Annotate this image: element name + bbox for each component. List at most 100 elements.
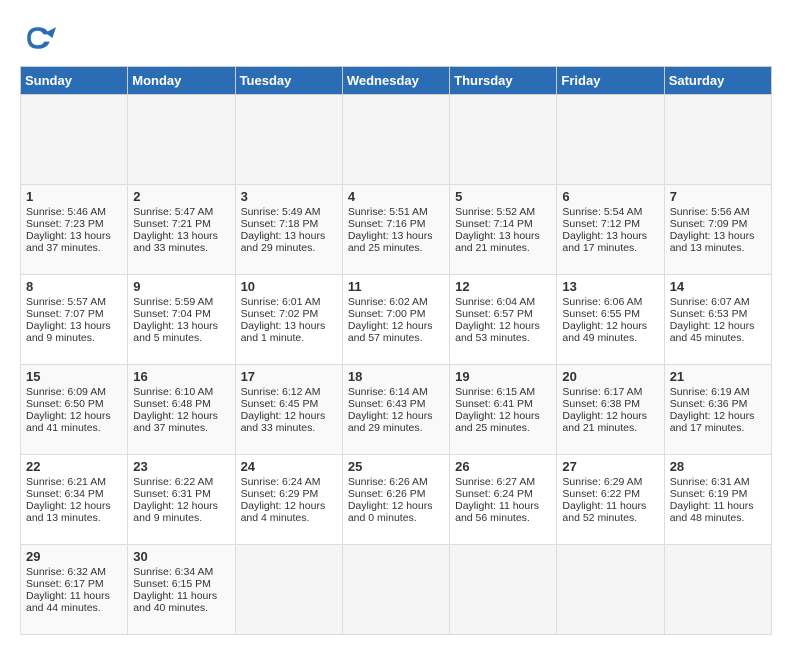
calendar-cell: 3Sunrise: 5:49 AMSunset: 7:18 PMDaylight… — [235, 185, 342, 275]
day-info-line: and 4 minutes. — [241, 512, 337, 524]
day-info-line: Sunset: 6:57 PM — [455, 308, 551, 320]
day-number: 26 — [455, 459, 551, 474]
day-number: 28 — [670, 459, 766, 474]
calendar-cell: 6Sunrise: 5:54 AMSunset: 7:12 PMDaylight… — [557, 185, 664, 275]
calendar-cell: 29Sunrise: 6:32 AMSunset: 6:17 PMDayligh… — [21, 545, 128, 635]
day-info-line: Daylight: 12 hours — [133, 410, 229, 422]
calendar-cell — [664, 545, 771, 635]
day-info-line: Sunrise: 6:01 AM — [241, 296, 337, 308]
day-info-line: Daylight: 12 hours — [455, 320, 551, 332]
day-info-line: Sunrise: 5:52 AM — [455, 206, 551, 218]
logo-icon — [20, 20, 56, 56]
day-info-line: Sunrise: 5:47 AM — [133, 206, 229, 218]
day-number: 19 — [455, 369, 551, 384]
week-row-4: 15Sunrise: 6:09 AMSunset: 6:50 PMDayligh… — [21, 365, 772, 455]
day-info-line: Sunrise: 5:57 AM — [26, 296, 122, 308]
week-row-5: 22Sunrise: 6:21 AMSunset: 6:34 PMDayligh… — [21, 455, 772, 545]
col-header-monday: Monday — [128, 67, 235, 95]
day-info-line: and 13 minutes. — [26, 512, 122, 524]
day-info-line: Daylight: 12 hours — [348, 320, 444, 332]
calendar-cell — [557, 95, 664, 185]
page-header — [20, 20, 772, 56]
day-info-line: Sunrise: 6:27 AM — [455, 476, 551, 488]
day-info-line: Daylight: 12 hours — [26, 410, 122, 422]
day-info-line: and 13 minutes. — [670, 242, 766, 254]
col-header-thursday: Thursday — [450, 67, 557, 95]
day-info-line: Daylight: 11 hours — [133, 590, 229, 602]
day-info-line: Sunrise: 5:56 AM — [670, 206, 766, 218]
day-info-line: and 17 minutes. — [562, 242, 658, 254]
day-info-line: Sunrise: 6:19 AM — [670, 386, 766, 398]
calendar-cell — [664, 95, 771, 185]
day-info-line: Daylight: 12 hours — [241, 410, 337, 422]
day-info-line: Sunset: 7:00 PM — [348, 308, 444, 320]
day-info-line: Sunrise: 6:09 AM — [26, 386, 122, 398]
calendar-cell — [235, 545, 342, 635]
day-number: 4 — [348, 189, 444, 204]
day-info-line: and 29 minutes. — [348, 422, 444, 434]
day-info-line: Daylight: 12 hours — [670, 320, 766, 332]
day-info-line: Daylight: 13 hours — [241, 230, 337, 242]
calendar-cell: 11Sunrise: 6:02 AMSunset: 7:00 PMDayligh… — [342, 275, 449, 365]
day-info-line: Sunrise: 6:14 AM — [348, 386, 444, 398]
day-info-line: Sunrise: 5:59 AM — [133, 296, 229, 308]
day-info-line: Daylight: 12 hours — [348, 500, 444, 512]
calendar-cell: 2Sunrise: 5:47 AMSunset: 7:21 PMDaylight… — [128, 185, 235, 275]
day-info-line: and 25 minutes. — [348, 242, 444, 254]
day-info-line: and 53 minutes. — [455, 332, 551, 344]
day-info-line: Sunset: 7:07 PM — [26, 308, 122, 320]
calendar-cell: 10 Sunrise: 6:01 AMSunset: 7:02 PMDayligh… — [235, 275, 342, 365]
day-number: 20 — [562, 369, 658, 384]
day-info-line: Sunrise: 6:04 AM — [455, 296, 551, 308]
calendar-cell — [235, 95, 342, 185]
day-info-line: and 49 minutes. — [562, 332, 658, 344]
day-info-line: Sunset: 7:02 PM — [241, 308, 337, 320]
day-info-line: Daylight: 13 hours — [241, 320, 337, 332]
day-info-line: and 41 minutes. — [26, 422, 122, 434]
calendar-cell — [342, 545, 449, 635]
day-info-line: and 0 minutes. — [348, 512, 444, 524]
day-info-line: Daylight: 13 hours — [26, 320, 122, 332]
day-info-line: Daylight: 12 hours — [241, 500, 337, 512]
day-number: 10 — [241, 279, 337, 294]
col-header-friday: Friday — [557, 67, 664, 95]
week-row-1 — [21, 95, 772, 185]
calendar-cell: 18Sunrise: 6:14 AMSunset: 6:43 PMDayligh… — [342, 365, 449, 455]
calendar-cell: 26Sunrise: 6:27 AMSunset: 6:24 PMDayligh… — [450, 455, 557, 545]
day-info-line: Sunset: 6:29 PM — [241, 488, 337, 500]
day-info-line: Sunset: 7:18 PM — [241, 218, 337, 230]
calendar-cell: 16Sunrise: 6:10 AMSunset: 6:48 PMDayligh… — [128, 365, 235, 455]
day-number: 17 — [241, 369, 337, 384]
day-info-line: and 37 minutes. — [26, 242, 122, 254]
day-info-line: Sunset: 6:34 PM — [26, 488, 122, 500]
day-info-line: Sunset: 6:38 PM — [562, 398, 658, 410]
col-header-saturday: Saturday — [664, 67, 771, 95]
day-info-line: Sunrise: 6:24 AM — [241, 476, 337, 488]
day-number: 9 — [133, 279, 229, 294]
day-info-line: Sunrise: 6:07 AM — [670, 296, 766, 308]
calendar-cell: 28Sunrise: 6:31 AMSunset: 6:19 PMDayligh… — [664, 455, 771, 545]
day-info-line: Sunrise: 6:34 AM — [133, 566, 229, 578]
day-info-line: Sunset: 6:45 PM — [241, 398, 337, 410]
day-number: 16 — [133, 369, 229, 384]
calendar-cell: 23Sunrise: 6:22 AMSunset: 6:31 PMDayligh… — [128, 455, 235, 545]
day-info-line: and 48 minutes. — [670, 512, 766, 524]
day-info-line: Sunset: 7:09 PM — [670, 218, 766, 230]
calendar-header-row: SundayMondayTuesdayWednesdayThursdayFrid… — [21, 67, 772, 95]
day-info-line: Sunset: 6:15 PM — [133, 578, 229, 590]
day-info-line: Sunset: 7:23 PM — [26, 218, 122, 230]
day-info-line: Daylight: 12 hours — [26, 500, 122, 512]
day-info-line: and 25 minutes. — [455, 422, 551, 434]
calendar-table: SundayMondayTuesdayWednesdayThursdayFrid… — [20, 66, 772, 635]
day-info-line: and 21 minutes. — [455, 242, 551, 254]
calendar-cell: 7Sunrise: 5:56 AMSunset: 7:09 PMDaylight… — [664, 185, 771, 275]
day-number: 23 — [133, 459, 229, 474]
day-info-line: and 44 minutes. — [26, 602, 122, 614]
calendar-cell: 5Sunrise: 5:52 AMSunset: 7:14 PMDaylight… — [450, 185, 557, 275]
col-header-sunday: Sunday — [21, 67, 128, 95]
day-info-line: Sunset: 6:50 PM — [26, 398, 122, 410]
day-number: 12 — [455, 279, 551, 294]
day-info-line: and 29 minutes. — [241, 242, 337, 254]
day-number: 1 — [26, 189, 122, 204]
day-info-line: and 40 minutes. — [133, 602, 229, 614]
